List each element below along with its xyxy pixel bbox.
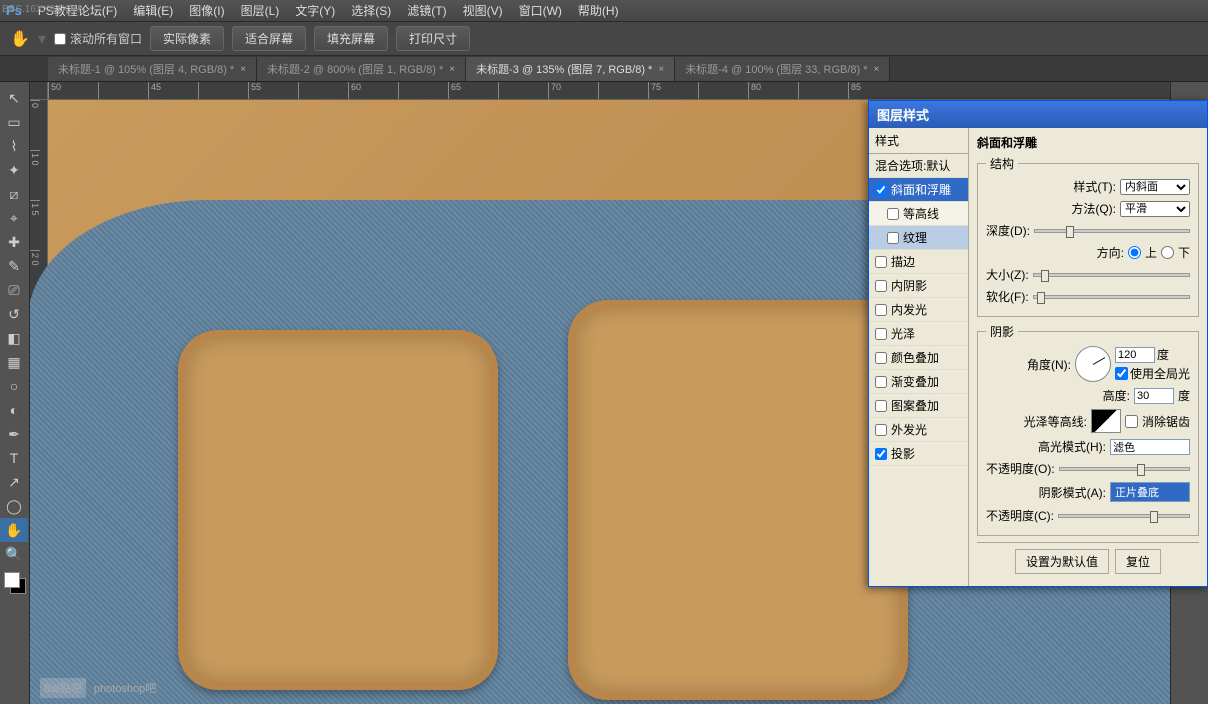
reset-button[interactable]: 复位 — [1115, 549, 1161, 574]
dialog-titlebar[interactable]: 图层样式 — [869, 101, 1207, 128]
blending-options-row[interactable]: 混合选项:默认 — [869, 154, 968, 178]
style-texture[interactable]: 纹理 — [869, 226, 968, 250]
brush-tool[interactable]: ✎ — [0, 254, 28, 278]
highlight-mode-select[interactable] — [1110, 439, 1190, 455]
ruler-corner — [30, 82, 48, 100]
color-swatch[interactable] — [4, 572, 26, 594]
style-contour[interactable]: 等高线 — [869, 202, 968, 226]
stamp-tool[interactable]: ⎚ — [0, 278, 28, 302]
menu-window[interactable]: 窗口(W) — [511, 2, 570, 19]
shape-tool[interactable]: ◯ — [0, 494, 28, 518]
menu-image[interactable]: 图像(I) — [181, 2, 232, 19]
tab-doc3[interactable]: 未标题-3 @ 135% (图层 7, RGB/8) *× — [466, 57, 675, 81]
menu-filter[interactable]: 滤镜(T) — [399, 2, 454, 19]
layer-style-dialog: 图层样式 样式 混合选项:默认 斜面和浮雕 等高线 纹理 描边 内阴影 内发光 … — [868, 100, 1208, 587]
menu-bar: Ps PS教程论坛(F) 编辑(E) 图像(I) 图层(L) 文字(Y) 选择(… — [0, 0, 1208, 22]
tab-doc1[interactable]: 未标题-1 @ 105% (图层 4, RGB/8) *× — [48, 57, 257, 81]
global-light-checkbox[interactable] — [1115, 367, 1128, 380]
shadow-mode-select[interactable]: 正片叠底 — [1110, 482, 1190, 502]
hand-tool[interactable]: ✋ — [0, 518, 28, 542]
styles-header: 样式 — [869, 128, 968, 154]
style-color-overlay[interactable]: 颜色叠加 — [869, 346, 968, 370]
history-brush-tool[interactable]: ↺ — [0, 302, 28, 326]
blur-tool[interactable]: ○ — [0, 374, 28, 398]
highlight-opacity-slider[interactable] — [1059, 467, 1190, 471]
style-drop-shadow[interactable]: 投影 — [869, 442, 968, 466]
tab-doc2[interactable]: 未标题-2 @ 800% (图层 1, RGB/8) *× — [257, 57, 466, 81]
hand-tool-icon: ✋ — [10, 29, 30, 49]
style-gradient-overlay[interactable]: 渐变叠加 — [869, 370, 968, 394]
style-select[interactable]: 内斜面 — [1120, 179, 1190, 195]
zoom-tool[interactable]: 🔍 — [0, 542, 28, 566]
horizontal-ruler: 50 45 55 60 65 70 75 80 85 — [48, 82, 1170, 100]
altitude-input[interactable] — [1134, 388, 1174, 404]
antialias-checkbox[interactable] — [1125, 415, 1138, 428]
menu-help[interactable]: 帮助(H) — [570, 2, 627, 19]
menu-layer[interactable]: 图层(L) — [233, 2, 288, 19]
technique-select[interactable]: 平滑 — [1120, 201, 1190, 217]
document-tab-bar: 未标题-1 @ 105% (图层 4, RGB/8) *× 未标题-2 @ 80… — [0, 56, 1208, 82]
make-default-button[interactable]: 设置为默认值 — [1015, 549, 1109, 574]
close-icon[interactable]: × — [658, 64, 664, 75]
eraser-tool[interactable]: ◧ — [0, 326, 28, 350]
baidu-logo: Bai贴吧 — [40, 678, 86, 698]
style-outer-glow[interactable]: 外发光 — [869, 418, 968, 442]
move-tool[interactable]: ↖ — [0, 86, 28, 110]
angle-input[interactable] — [1115, 347, 1155, 363]
menu-view[interactable]: 视图(V) — [455, 2, 511, 19]
leather-shape-1 — [178, 330, 498, 690]
style-inner-shadow[interactable]: 内阴影 — [869, 274, 968, 298]
soften-slider[interactable] — [1033, 295, 1190, 299]
style-stroke[interactable]: 描边 — [869, 250, 968, 274]
heal-tool[interactable]: ✚ — [0, 230, 28, 254]
size-slider[interactable] — [1033, 273, 1190, 277]
depth-slider[interactable] — [1034, 229, 1190, 233]
shading-group: 阴影 角度(N): 度 使用全局光 高度:度 光泽等高线:消除锯齿 高光模式(H… — [977, 323, 1199, 536]
close-icon[interactable]: × — [874, 64, 880, 75]
gloss-contour[interactable] — [1091, 409, 1121, 433]
style-pattern-overlay[interactable]: 图案叠加 — [869, 394, 968, 418]
wand-tool[interactable]: ✦ — [0, 158, 28, 182]
direction-down[interactable] — [1161, 246, 1174, 259]
path-tool[interactable]: ↗ — [0, 470, 28, 494]
direction-up[interactable] — [1128, 246, 1141, 259]
tab-doc4[interactable]: 未标题-4 @ 100% (图层 33, RGB/8) *× — [675, 57, 890, 81]
shading-legend: 阴影 — [986, 323, 1018, 340]
gradient-tool[interactable]: ▦ — [0, 350, 28, 374]
leather-shape-2 — [568, 300, 908, 700]
shadow-opacity-slider[interactable] — [1058, 514, 1190, 518]
dodge-tool[interactable]: ◐ — [0, 398, 28, 422]
menu-type[interactable]: 文字(Y) — [287, 2, 343, 19]
print-size-button[interactable]: 打印尺寸 — [396, 26, 470, 51]
menu-select[interactable]: 选择(S) — [343, 2, 399, 19]
style-bevel[interactable]: 斜面和浮雕 — [869, 178, 968, 202]
fit-screen-button[interactable]: 适合屏幕 — [232, 26, 306, 51]
structure-legend: 结构 — [986, 155, 1018, 172]
marquee-tool[interactable]: ▭ — [0, 110, 28, 134]
actual-pixels-button[interactable]: 实际像素 — [150, 26, 224, 51]
foreground-color[interactable] — [4, 572, 20, 588]
close-icon[interactable]: × — [240, 64, 246, 75]
close-icon[interactable]: × — [449, 64, 455, 75]
watermark-top: BBS.16XX8.COM — [2, 4, 81, 15]
bevel-settings: 斜面和浮雕 结构 样式(T):内斜面 方法(Q):平滑 深度(D): 方向:上下… — [969, 128, 1207, 586]
menu-edit[interactable]: 编辑(E) — [125, 2, 181, 19]
scroll-all-checkbox[interactable]: 滚动所有窗口 — [54, 30, 142, 47]
lasso-tool[interactable]: ⌇ — [0, 134, 28, 158]
fill-screen-button[interactable]: 填充屏幕 — [314, 26, 388, 51]
style-satin[interactable]: 光泽 — [869, 322, 968, 346]
watermark-bottom: Bai贴吧 photoshop吧 — [40, 678, 156, 698]
angle-dial[interactable] — [1075, 346, 1111, 382]
eyedropper-tool[interactable]: ⌖ — [0, 206, 28, 230]
structure-group: 结构 样式(T):内斜面 方法(Q):平滑 深度(D): 方向:上下 大小(Z)… — [977, 155, 1199, 317]
pen-tool[interactable]: ✒ — [0, 422, 28, 446]
type-tool[interactable]: T — [0, 446, 28, 470]
crop-tool[interactable]: ⧄ — [0, 182, 28, 206]
style-inner-glow[interactable]: 内发光 — [869, 298, 968, 322]
toolbox: ↖ ▭ ⌇ ✦ ⧄ ⌖ ✚ ✎ ⎚ ↺ ◧ ▦ ○ ◐ ✒ T ↗ ◯ ✋ 🔍 — [0, 82, 30, 704]
styles-list: 样式 混合选项:默认 斜面和浮雕 等高线 纹理 描边 内阴影 内发光 光泽 颜色… — [869, 128, 969, 586]
options-bar: ✋ ▾ 滚动所有窗口 实际像素 适合屏幕 填充屏幕 打印尺寸 — [0, 22, 1208, 56]
section-title: 斜面和浮雕 — [977, 134, 1199, 151]
